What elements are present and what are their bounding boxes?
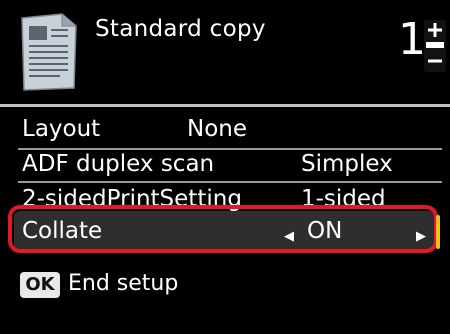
setting-value: Simplex [301,151,393,177]
setting-label: Layout [22,116,101,142]
setting-value: None [187,116,248,142]
setting-row-collate[interactable]: Collate ON [22,214,442,250]
screen-title: Standard copy [95,16,266,42]
copies-count[interactable]: 1 [398,18,426,62]
setting-row-layout[interactable]: Layout None [22,112,442,148]
copy-settings-screen: Standard copy 1 Layout None ADF duplex s… [0,0,450,334]
setting-value: ON [307,218,343,244]
left-arrow-icon[interactable]: ◀ [284,229,294,244]
right-arrow-icon[interactable]: ▶ [416,229,426,244]
plus-minus-stepper-icon[interactable] [424,20,446,72]
setting-label: ADF duplex scan [22,151,215,177]
header-divider [0,104,450,107]
setting-row-adf-duplex-scan[interactable]: ADF duplex scan Simplex [22,147,442,183]
document-icon [21,13,77,91]
end-setup-label: End setup [68,271,179,296]
setting-label: Collate [22,218,103,244]
ok-button-icon[interactable]: OK [20,272,60,298]
